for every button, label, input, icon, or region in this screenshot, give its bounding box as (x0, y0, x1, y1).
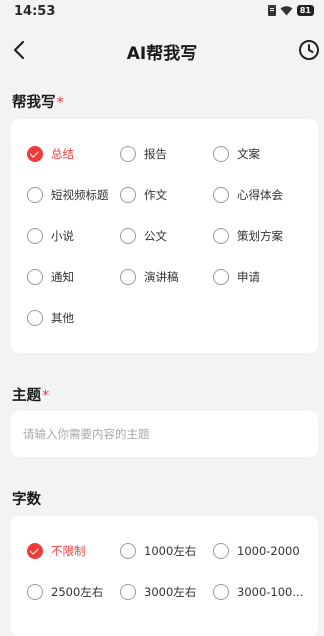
write-type-title: 帮我写 (12, 95, 56, 111)
radio-unchecked-icon (27, 187, 43, 203)
write-type-option-official-document[interactable]: 公文 (120, 225, 167, 247)
radio-checked-icon (27, 146, 43, 162)
option-label: 心得体会 (237, 188, 283, 202)
option-label: 1000-2000 (237, 544, 300, 558)
radio-unchecked-icon (27, 228, 43, 244)
word-count-option-1000-2000[interactable]: 1000-2000 (213, 540, 300, 562)
write-type-option-speech[interactable]: 演讲稿 (120, 266, 179, 288)
radio-unchecked-icon (120, 269, 136, 285)
radio-unchecked-icon (213, 269, 229, 285)
radio-unchecked-icon (120, 543, 136, 559)
write-type-option-essay[interactable]: 作文 (120, 184, 167, 206)
status-bar: 14:53 81 (0, 0, 324, 24)
radio-unchecked-icon (213, 228, 229, 244)
write-type-option-notice[interactable]: 通知 (27, 266, 74, 288)
word-count-title: 字数 (12, 492, 41, 508)
word-count-option-3000-plus[interactable]: 3000-100... (213, 581, 303, 603)
word-count-heading: 字数 (12, 488, 41, 509)
word-count-option-3000[interactable]: 3000左右 (120, 581, 196, 603)
option-label: 报告 (144, 147, 167, 161)
radio-unchecked-icon (120, 146, 136, 162)
radio-unchecked-icon (213, 187, 229, 203)
nav-bar: AI帮我写 (0, 30, 324, 70)
option-label: 1000左右 (144, 544, 197, 558)
option-label: 文案 (237, 147, 260, 161)
option-label: 策划方案 (237, 229, 283, 243)
document-icon (267, 5, 276, 16)
write-type-option-application[interactable]: 申请 (213, 266, 260, 288)
write-type-option-report[interactable]: 报告 (120, 143, 167, 165)
topic-title: 主题 (12, 388, 41, 404)
topic-input[interactable] (11, 411, 318, 457)
option-label: 作文 (144, 188, 167, 202)
write-type-option-plan[interactable]: 策划方案 (213, 225, 283, 247)
radio-unchecked-icon (120, 187, 136, 203)
option-label: 短视频标题 (51, 188, 109, 202)
write-type-option-other[interactable]: 其他 (27, 307, 74, 329)
write-type-option-video-title[interactable]: 短视频标题 (27, 184, 109, 206)
write-type-heading: 帮我写* (12, 91, 64, 112)
radio-unchecked-icon (27, 310, 43, 326)
word-count-option-1000[interactable]: 1000左右 (120, 540, 196, 562)
radio-unchecked-icon (27, 269, 43, 285)
radio-checked-icon (27, 543, 43, 559)
radio-unchecked-icon (213, 543, 229, 559)
option-label: 公文 (144, 229, 167, 243)
option-label: 3000-100... (237, 585, 304, 599)
option-label: 申请 (237, 270, 260, 284)
topic-heading: 主题* (12, 384, 49, 405)
option-label: 通知 (51, 270, 74, 284)
battery-icon: 81 (296, 5, 314, 16)
option-label: 演讲稿 (144, 270, 179, 284)
option-label: 不限制 (51, 544, 86, 558)
wifi-icon (280, 6, 293, 16)
write-type-option-novel[interactable]: 小说 (27, 225, 74, 247)
write-type-option-copywriting[interactable]: 文案 (213, 143, 260, 165)
write-type-option-summary[interactable]: 总结 (27, 143, 74, 165)
required-mark: * (42, 388, 50, 404)
option-label: 总结 (51, 147, 74, 161)
radio-unchecked-icon (120, 228, 136, 244)
option-label: 其他 (51, 311, 74, 325)
word-count-option-unlimited[interactable]: 不限制 (27, 540, 86, 562)
write-type-option-reflection[interactable]: 心得体会 (213, 184, 283, 206)
radio-unchecked-icon (213, 146, 229, 162)
word-count-card: 不限制 1000左右 1000-2000 2500左右 3000左右 3000-… (11, 516, 318, 636)
option-label: 小说 (51, 229, 74, 243)
required-mark: * (56, 95, 64, 111)
clock-icon[interactable] (297, 38, 321, 62)
word-count-option-2500[interactable]: 2500左右 (27, 581, 103, 603)
status-icons: 81 (267, 5, 314, 16)
page-title: AI帮我写 (126, 44, 198, 64)
status-time: 14:53 (14, 4, 56, 19)
write-type-card: 总结 报告 文案 短视频标题 作文 心得体会 小说 公文 策划方案 通知 演讲稿 (11, 119, 318, 353)
